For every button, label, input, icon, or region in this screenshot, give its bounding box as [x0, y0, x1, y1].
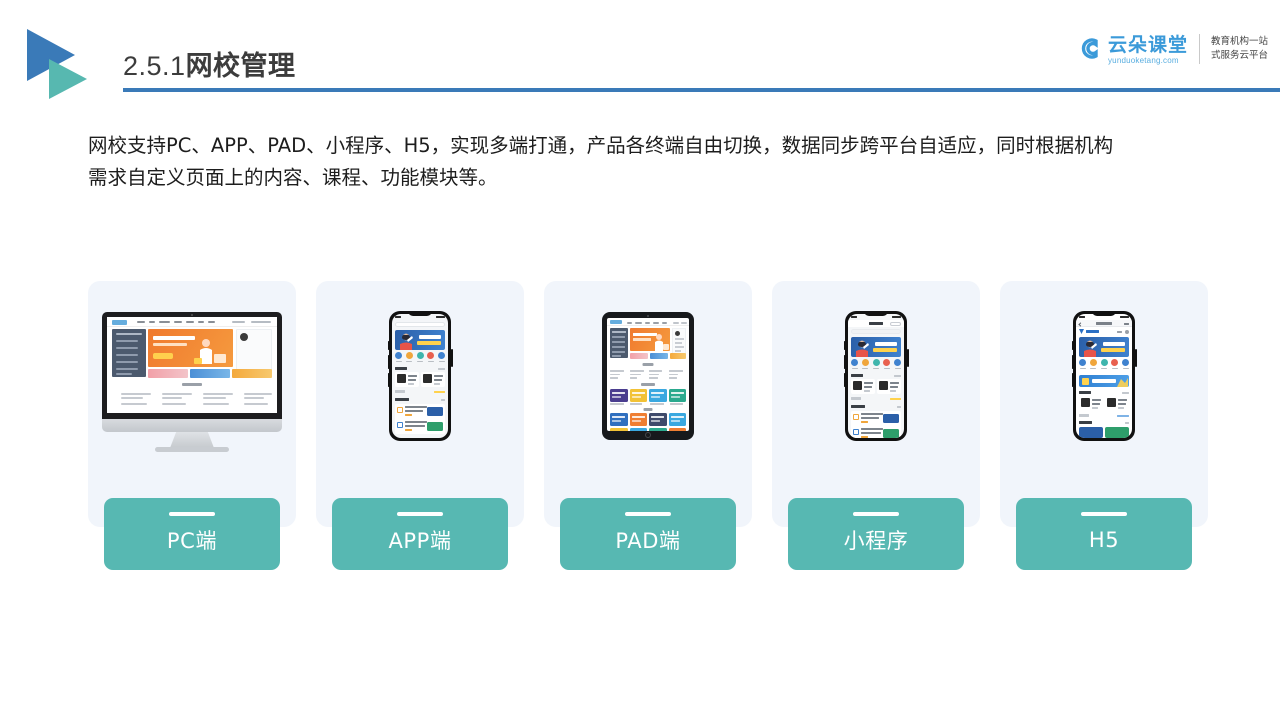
platform-label-text: APP端 [388, 528, 452, 553]
brand-divider [1198, 34, 1200, 64]
page-title: 2.5.1网校管理 [123, 44, 296, 83]
platform-card-miniprogram[interactable]: 小程序 [772, 281, 980, 573]
label-dash [853, 512, 899, 516]
platform-card-pad[interactable]: PAD端 [544, 281, 752, 573]
cloud-icon [1074, 32, 1104, 62]
paragraph-line-1: 网校支持PC、APP、PAD、小程序、H5，实现多端打通，产品各终端自由切换，数… [88, 134, 1114, 157]
platform-card-h5[interactable]: H5 [1000, 281, 1208, 573]
platform-card-pc[interactable]: PC端 [88, 281, 296, 573]
device-illustration-smartphone-miniprogram [772, 281, 980, 471]
platform-card-list: PC端 APP端 PAD端 小程序 H5 [88, 281, 1208, 573]
device-illustration-desktop-monitor [88, 281, 296, 471]
device-illustration-smartphone-h5 [1000, 281, 1208, 471]
brand-tagline: 教育机构一站 式服务云平台 [1211, 35, 1268, 63]
brand-tagline-line2: 式服务云平台 [1210, 50, 1268, 61]
platform-label-pc[interactable]: PC端 [104, 498, 280, 570]
platform-label-pad[interactable]: PAD端 [560, 498, 736, 570]
title-main: 网校管理 [185, 51, 296, 81]
platform-label-h5[interactable]: H5 [1016, 498, 1192, 570]
platform-label-app[interactable]: APP端 [332, 498, 508, 570]
label-dash [169, 512, 215, 516]
brand-name-en: yunduoketang.com [1107, 56, 1179, 66]
brand-name-cn: 云朵课堂 [1107, 35, 1188, 57]
slide-root: 2.5.1网校管理 云朵课堂 yunduoketang.com 教育机构一站 式… [0, 0, 1280, 720]
label-dash [625, 512, 671, 516]
platform-label-text: H5 [1088, 527, 1120, 552]
platform-label-text: PAD端 [615, 528, 681, 553]
platform-label-text: PC端 [166, 528, 218, 553]
platform-label-text: 小程序 [843, 528, 909, 553]
header-divider [123, 88, 1280, 92]
body-paragraph: 网校支持PC、APP、PAD、小程序、H5，实现多端打通，产品各终端自由切换，数… [88, 130, 1213, 194]
triangle-teal-icon [49, 59, 87, 99]
device-illustration-tablet [544, 281, 752, 471]
label-dash [397, 512, 443, 516]
brand-logo: 云朵课堂 yunduoketang.com 教育机构一站 式服务云平台 [1074, 32, 1268, 66]
platform-card-app[interactable]: APP端 [316, 281, 524, 573]
label-dash [1081, 512, 1127, 516]
brand-tagline-line1: 教育机构一站 [1210, 36, 1268, 48]
device-illustration-smartphone-app [316, 281, 524, 471]
platform-label-miniprogram[interactable]: 小程序 [788, 498, 964, 570]
double-triangle-logo-icon [27, 29, 107, 101]
paragraph-line-2: 需求自定义页面上的内容、课程、功能模块等。 [88, 166, 498, 189]
title-number: 2.5.1 [123, 51, 186, 81]
